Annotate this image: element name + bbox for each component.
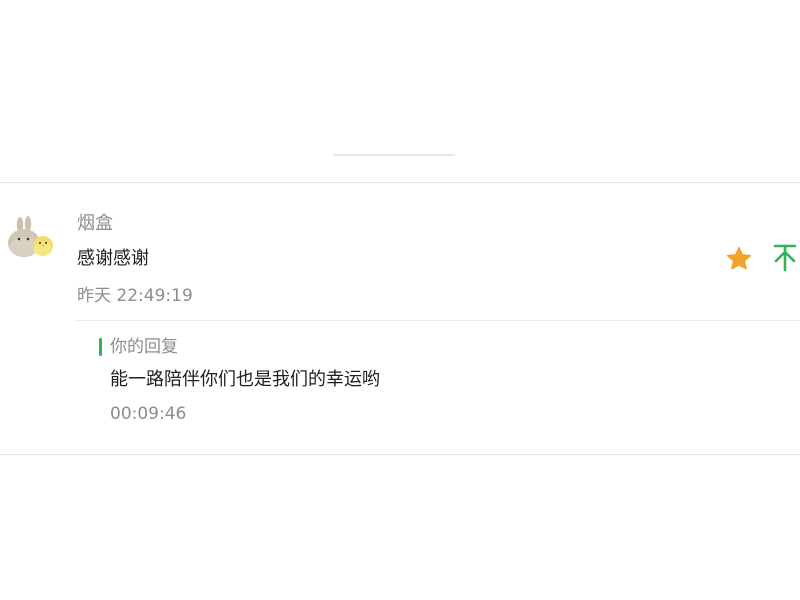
divider-bottom <box>0 454 800 455</box>
comment-author[interactable]: 烟盒 <box>77 212 113 236</box>
star-icon <box>726 246 752 270</box>
reply-label: 你的回复 <box>110 337 178 357</box>
avatar[interactable] <box>4 215 56 263</box>
pin-to-top-icon <box>773 244 797 272</box>
comment-timestamp: 昨天 22:49:19 <box>77 286 193 306</box>
comment-text: 感谢感谢 <box>77 248 149 269</box>
divider-reply <box>75 320 800 321</box>
reply-accent-bar <box>99 338 102 356</box>
divider-top <box>0 182 800 183</box>
pin-to-top-button[interactable] <box>771 243 799 273</box>
comment-page: 烟盒 感谢感谢 昨天 22:49:19 你的回复 能一路陪伴你们也是我们的幸运哟… <box>0 0 800 600</box>
drag-handle[interactable] <box>333 154 455 156</box>
reply-timestamp: 00:09:46 <box>110 404 187 424</box>
avatar-bunny-chick-icon <box>8 216 53 257</box>
star-button[interactable] <box>725 245 753 273</box>
reply-text: 能一路陪伴你们也是我们的幸运哟 <box>110 369 380 390</box>
